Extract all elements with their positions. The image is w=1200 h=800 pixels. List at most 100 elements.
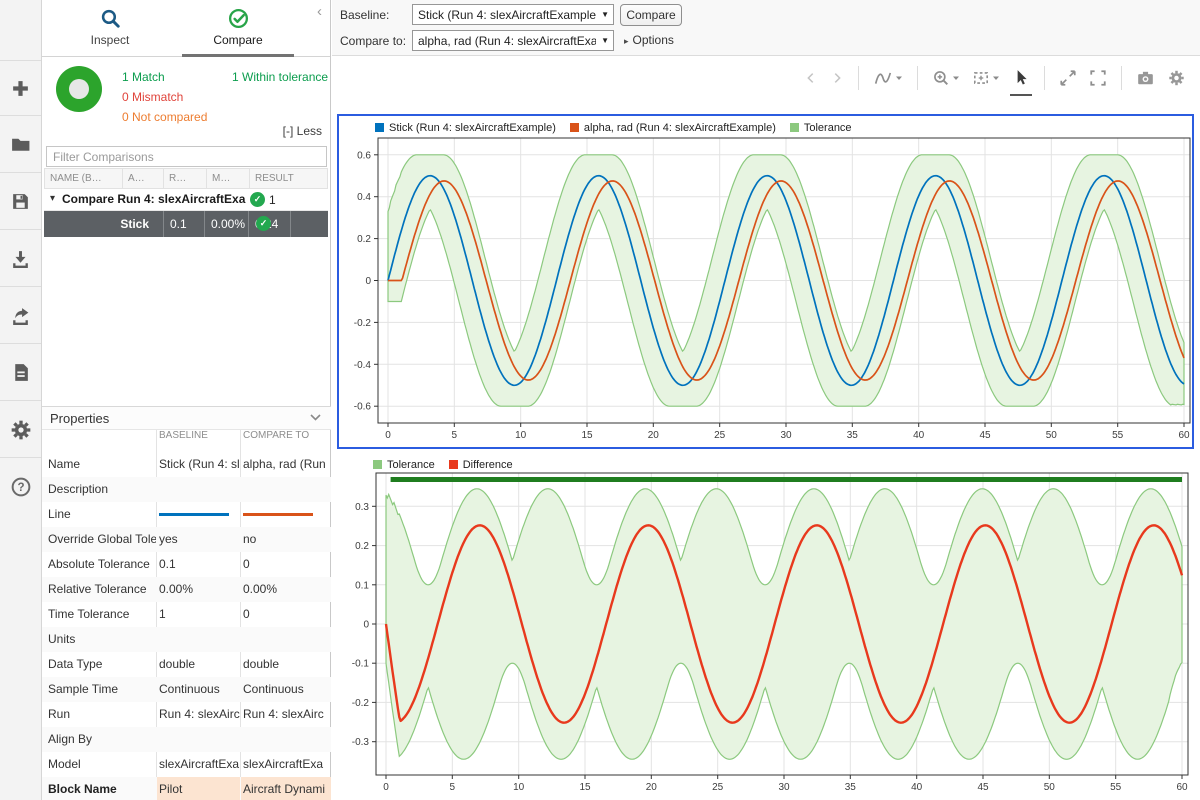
compare-button[interactable]: Compare (620, 4, 682, 26)
options-toggle[interactable]: ▸Options (624, 33, 674, 47)
property-compare-value[interactable]: Continuous (243, 682, 330, 696)
plot-pane: Baseline: Stick (Run 4: slexAircraftExam… (332, 0, 1200, 800)
property-baseline-value[interactable]: Run 4: slexAirc (159, 707, 240, 721)
not-compared-count: 0 Not compared (122, 110, 207, 124)
svg-text:60: 60 (1176, 782, 1188, 793)
svg-text:60: 60 (1178, 430, 1190, 441)
property-compare-value[interactable]: double (243, 657, 330, 671)
fit-view-button[interactable] (968, 62, 1004, 94)
options-label: Options (633, 33, 674, 47)
open-button[interactable] (0, 117, 41, 173)
caret-down-icon (952, 75, 960, 81)
group-row-label: Compare Run 4: slexAircraftExa (62, 192, 248, 206)
property-baseline-value[interactable]: yes (159, 532, 240, 546)
property-row: Time Tolerance10 (42, 602, 331, 627)
property-baseline-value[interactable]: Pilot (159, 782, 240, 796)
property-compare-value[interactable]: alpha, rad (Run (243, 457, 330, 471)
svg-text:?: ? (17, 482, 24, 494)
plot-settings-button[interactable] (1163, 62, 1190, 94)
camera-icon (1136, 69, 1155, 87)
import-icon (10, 248, 31, 269)
property-compare-value[interactable]: no (243, 532, 330, 546)
add-button[interactable] (0, 60, 41, 116)
property-compare-value[interactable]: Aircraft Dynami (243, 782, 330, 796)
less-link[interactable]: [-] Less (283, 124, 322, 138)
fullscreen-button[interactable] (1085, 62, 1111, 94)
property-compare-value[interactable]: 0.00% (243, 582, 330, 596)
comparison-chart-legend: Stick (Run 4: slexAircraftExample)alpha,… (375, 120, 852, 135)
pass-check-icon: ✓ (256, 216, 271, 231)
compare-to-select[interactable]: alpha, rad (Run 4: slexAircraftExa ▼ (412, 30, 614, 51)
property-baseline-value[interactable]: Stick (Run 4: sl (159, 457, 240, 471)
property-compare-value[interactable]: 0 (243, 557, 330, 571)
preferences-button[interactable] (0, 402, 41, 458)
property-baseline-value[interactable]: 0.00% (159, 582, 240, 596)
property-baseline-value[interactable]: 1 (159, 607, 240, 621)
svg-text:0: 0 (383, 782, 389, 793)
legend-item: Difference (449, 459, 513, 471)
tab-bar: Inspect Compare ‹ (42, 0, 330, 57)
difference-plot[interactable]: 0.30.20.10-0.1-0.2-0.3051015202530354045… (337, 453, 1194, 800)
expand-button[interactable] (1055, 62, 1081, 94)
save-button[interactable] (0, 174, 41, 230)
property-baseline-value[interactable]: double (159, 657, 240, 671)
tab-compare[interactable]: Compare (178, 0, 298, 57)
chevron-down-icon[interactable] (310, 414, 321, 421)
group-result-count: 1 (269, 193, 276, 207)
history-back-button[interactable] (800, 62, 822, 94)
active-tab-underline (182, 54, 294, 57)
report-button[interactable] (0, 345, 41, 401)
svg-text:55: 55 (1112, 430, 1124, 441)
filter-input[interactable] (46, 146, 327, 167)
help-button[interactable]: ? (0, 459, 41, 515)
svg-text:45: 45 (979, 430, 991, 441)
col-name: NAME (B… (45, 169, 122, 189)
expander-icon[interactable]: ▾ (50, 193, 55, 204)
pointer-button[interactable] (1008, 62, 1034, 94)
legend-swatch-icon (373, 460, 382, 469)
svg-text:30: 30 (780, 430, 792, 441)
tab-compare-label: Compare (213, 33, 262, 47)
property-compare-value[interactable]: slexAircraftExa (243, 757, 330, 771)
legend-item: Tolerance (373, 459, 435, 471)
comparison-group-row[interactable]: ▾ Compare Run 4: slexAircraftExa ✓ 1 (44, 189, 328, 211)
property-label: Data Type (48, 657, 156, 671)
comparison-signal-row[interactable]: Stick 0.1 0.00% 0.24 ✓ (44, 211, 328, 237)
tab-inspect[interactable]: Inspect (50, 0, 170, 57)
legend-label: alpha, rad (Run 4: slexAircraftExample) (584, 122, 776, 134)
property-row: Relative Tolerance0.00%0.00% (42, 577, 331, 602)
comparison-plot[interactable]: 0.60.40.20-0.2-0.4-0.6051015202530354045… (339, 116, 1192, 447)
property-baseline-value[interactable]: slexAircraftExa (159, 757, 240, 771)
compare-to-label: Compare to: (340, 34, 406, 48)
import-button[interactable] (0, 231, 41, 287)
property-baseline-value[interactable]: Continuous (159, 682, 240, 696)
report-icon (10, 362, 31, 383)
property-baseline-value[interactable]: 0.1 (159, 557, 240, 571)
legend-swatch-icon (570, 123, 579, 132)
signal-cursor-button[interactable] (869, 62, 907, 94)
property-row: Description (42, 477, 331, 502)
help-icon: ? (10, 476, 32, 498)
legend-swatch-icon (790, 123, 799, 132)
check-circle-icon (227, 7, 250, 30)
magnifier-icon (99, 7, 122, 30)
collapse-panel-button[interactable]: ‹ (317, 4, 322, 19)
baseline-select[interactable]: Stick (Run 4: slexAircraftExample) ▼ (412, 4, 614, 25)
svg-text:0.6: 0.6 (357, 150, 371, 161)
property-label: Align By (48, 732, 156, 746)
property-compare-value[interactable]: 0 (243, 607, 330, 621)
compare-line-swatch[interactable] (243, 513, 313, 516)
difference-chart-card: ToleranceDifference 0.30.20.10-0.1-0.2-0… (337, 453, 1194, 800)
comparison-table: NAME (B… A… R… M… RESULT ▾ Compare Run 4… (44, 168, 328, 237)
property-label: Line (48, 507, 156, 521)
export-button[interactable] (0, 288, 41, 344)
property-label: Relative Tolerance (48, 582, 156, 596)
property-compare-value[interactable]: Run 4: slexAirc (243, 707, 330, 721)
snapshot-button[interactable] (1132, 62, 1159, 94)
signal-name: Stick (44, 211, 163, 237)
history-forward-button[interactable] (826, 62, 848, 94)
cursor-arrow-icon (1012, 69, 1030, 87)
svg-text:25: 25 (712, 782, 724, 793)
zoom-button[interactable] (928, 62, 964, 94)
baseline-line-swatch[interactable] (159, 513, 229, 516)
